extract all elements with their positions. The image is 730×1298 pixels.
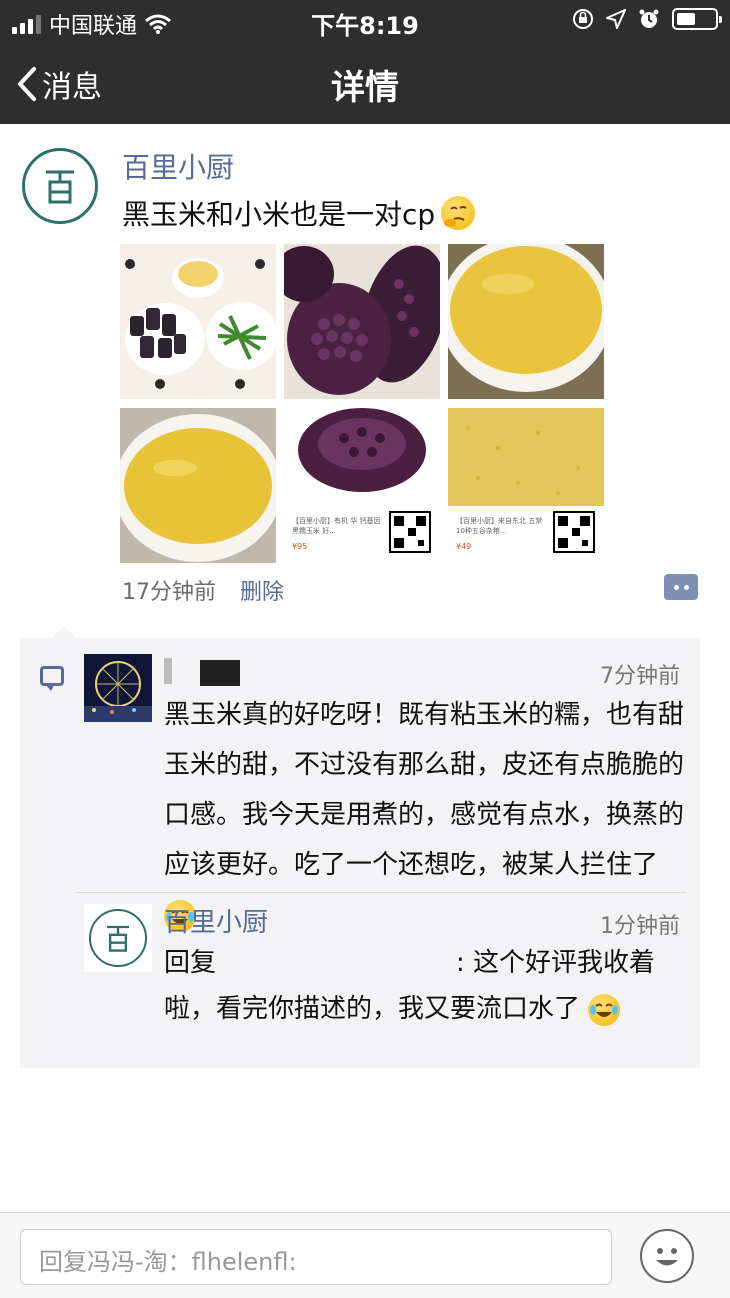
location-icon bbox=[606, 9, 626, 29]
status-bar: 中国联通 下午8:19 bbox=[0, 0, 730, 40]
redacted-username bbox=[216, 949, 456, 979]
reply-prefix: 回复 bbox=[164, 948, 217, 978]
photo-millet-porridge-1[interactable] bbox=[448, 244, 604, 399]
commenter-avatar[interactable] bbox=[84, 654, 152, 722]
brand-logo-icon bbox=[46, 170, 74, 204]
alarm-icon bbox=[639, 9, 659, 28]
page-title: 详情 bbox=[331, 68, 399, 108]
photo-product-card-1[interactable]: 【百里小厨】有机 华 钙基因 黑糯玉米 好... ¥95 bbox=[284, 408, 440, 563]
post-meta: 17分钟前 删除 bbox=[122, 574, 284, 606]
photo-meal-plate[interactable] bbox=[120, 244, 276, 399]
product-price: ¥95 bbox=[292, 542, 308, 551]
commenter-name-redacted[interactable] bbox=[164, 654, 284, 686]
reply-text: 回复: 这个好评我收着啦，看完你描述的，我又要流口水了 bbox=[164, 940, 684, 1032]
reply-author-avatar[interactable] bbox=[84, 904, 152, 972]
smiley-icon bbox=[656, 1248, 678, 1266]
photo-grid: 【百里小厨】有机 华 钙基因 黑糯玉米 好... ¥95 【百里小厨】来自东北 … bbox=[120, 244, 604, 564]
reply-input[interactable]: 回复冯冯-淘：flhelenfl: bbox=[20, 1229, 612, 1285]
thinking-emoji-icon bbox=[441, 196, 476, 230]
product-label: 【百里小厨】有机 华 钙基因 黑糯玉米 好... bbox=[292, 517, 381, 535]
post-timestamp: 17分钟前 bbox=[122, 580, 216, 605]
reply-timestamp: 1分钟前 bbox=[600, 914, 680, 939]
comment-timestamp: 7分钟前 bbox=[600, 664, 680, 689]
more-actions-button[interactable] bbox=[664, 574, 698, 600]
comment-divider bbox=[76, 892, 686, 893]
reply-author-name[interactable]: 百里小厨 bbox=[164, 902, 268, 939]
laughing-tears-emoji-icon bbox=[588, 993, 621, 1026]
photo-purple-corn[interactable] bbox=[284, 244, 440, 399]
comment-icon bbox=[40, 666, 64, 691]
post-text-content: 黑玉米和小米也是一对cp bbox=[122, 198, 436, 231]
photo-millet-porridge-2[interactable] bbox=[120, 408, 276, 563]
product-price: ¥49 bbox=[456, 542, 472, 551]
emoji-picker-button[interactable] bbox=[640, 1229, 694, 1283]
photo-product-card-2[interactable]: 【百里小厨】来自东北 五常 10种五谷杂粮... ¥49 bbox=[448, 408, 604, 563]
post-text: 黑玉米和小米也是一对cp bbox=[122, 193, 476, 233]
post-author[interactable]: 百里小厨 bbox=[122, 146, 234, 186]
reply-bar: 回复冯冯-淘：flhelenfl: bbox=[0, 1212, 730, 1298]
delete-button[interactable]: 删除 bbox=[240, 574, 284, 606]
author-avatar[interactable] bbox=[22, 148, 98, 224]
battery-icon bbox=[672, 8, 722, 30]
comment-text-content: 黑玉米真的好吃呀！既有粘玉米的糯，也有甜玉米的甜，不过没有那么甜，皮还有点脆脆的… bbox=[164, 700, 685, 880]
orientation-lock-icon bbox=[573, 9, 593, 29]
nav-bar: 消息 详情 bbox=[0, 40, 730, 124]
product-label: 【百里小厨】来自东北 五常 10种五谷杂粮... bbox=[456, 517, 543, 535]
comments-section: 7分钟前 黑玉米真的好吃呀！既有粘玉米的糯，也有甜玉米的甜，不过没有那么甜，皮还… bbox=[20, 626, 700, 1068]
brand-logo-icon bbox=[107, 925, 129, 952]
